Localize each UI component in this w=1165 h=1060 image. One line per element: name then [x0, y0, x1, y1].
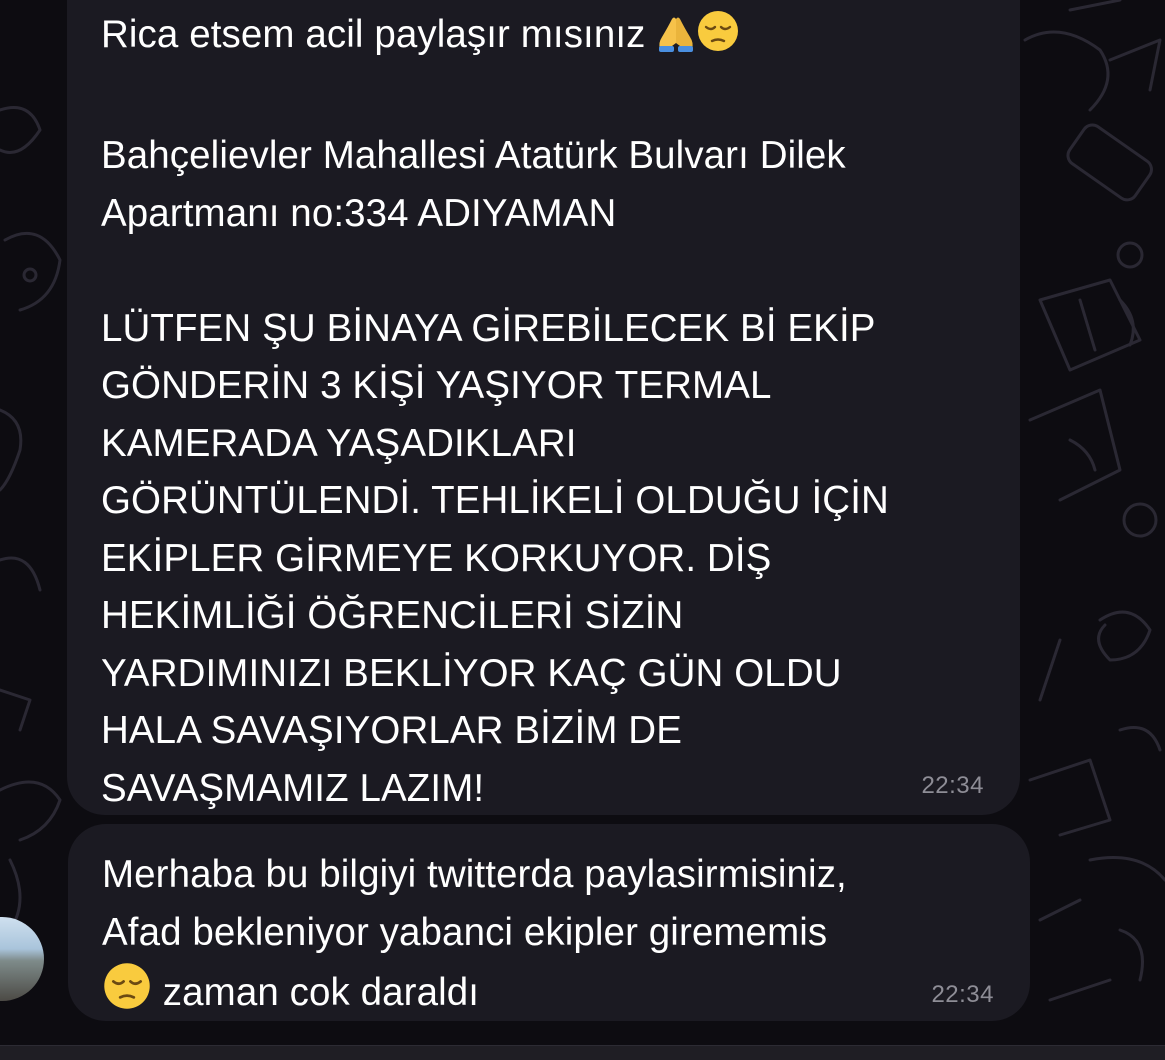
message-text: Rica etsem acil paylaşır mısınız Bahçeli…: [101, 6, 990, 817]
message-line: Merhaba bu bilgiyi twitterda paylasirmis…: [102, 853, 847, 896]
message-line: YARDIMINIZI BEKLİYOR KAÇ GÜN OLDU: [101, 651, 842, 695]
pensive-face-icon: [102, 961, 152, 1028]
message-line: Rica etsem acil paylaşır mısınız: [101, 13, 657, 56]
message-timestamp: 22:34: [921, 772, 984, 799]
input-bar-edge: [0, 1045, 1165, 1060]
message-line: KAMERADA YAŞADIKLARI: [101, 421, 577, 465]
message-line: HEKİMLİĞİ ÖĞRENCİLERİ SİZİN: [101, 594, 684, 637]
message-line: EKİPLER GİRMEYE KORKUYOR. DİŞ: [101, 536, 772, 580]
message-bubble-incoming[interactable]: Rica etsem acil paylaşır mısınız Bahçeli…: [67, 0, 1020, 815]
message-line: GÖRÜNTÜLENDİ. TEHLİKELİ OLDUĞU İÇİN: [101, 479, 889, 522]
message-line: Apartmanı no:334 ADIYAMAN: [101, 191, 617, 235]
folded-hands-icon: [656, 12, 696, 70]
message-timestamp: 22:34: [931, 981, 994, 1008]
message-text: Merhaba bu bilgiyi twitterda paylasirmis…: [102, 846, 1000, 1028]
message-line: GÖNDERİN 3 KİŞİ YAŞIYOR TERMAL: [101, 364, 772, 407]
message-line: Bahçelievler Mahallesi Atatürk Bulvarı D…: [101, 134, 846, 177]
message-line: SAVAŞMAMIZ LAZIM!: [101, 766, 485, 810]
pensive-face-icon: [696, 9, 740, 70]
message-bubble-incoming[interactable]: Merhaba bu bilgiyi twitterda paylasirmis…: [68, 824, 1030, 1021]
message-line: HALA SAVAŞIYORLAR BİZİM DE: [101, 709, 682, 752]
message-line: LÜTFEN ŞU BİNAYA GİREBİLECEK Bİ EKİP: [101, 306, 876, 350]
message-line: zaman cok daraldı: [152, 971, 480, 1014]
message-line: Afad bekleniyor yabanci ekipler girememi…: [102, 910, 828, 954]
